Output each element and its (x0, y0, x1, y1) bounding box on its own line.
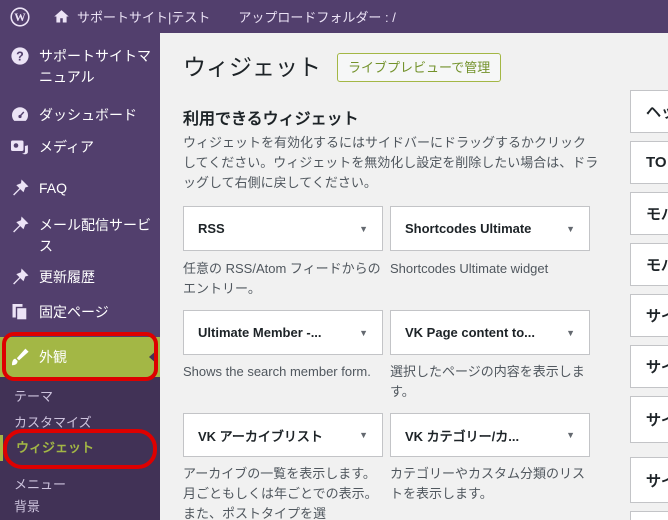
widget-area-side-3[interactable]: サイ (630, 396, 668, 443)
widget-card-shortcodes-ultimate[interactable]: Shortcodes Ultimate ▼ (390, 206, 590, 251)
widget-area-side-2[interactable]: サイ (630, 345, 668, 388)
upload-folder-label[interactable]: アップロードフォルダー : / (238, 7, 395, 26)
sidebar-item-media[interactable]: メディア (0, 136, 160, 158)
widget-area-mobile-1[interactable]: モバ (630, 192, 668, 235)
current-menu-arrow-icon (149, 350, 157, 364)
widget-area-label: サイ (646, 308, 668, 325)
widget-area-label: サイ (646, 412, 668, 429)
widget-name: VK カテゴリー/カ... (405, 428, 520, 444)
wordpress-logo-icon[interactable]: W (0, 0, 40, 33)
widget-area-label: TO (646, 154, 667, 171)
svg-text:W: W (14, 12, 26, 24)
widget-area-label: サイ (646, 359, 668, 376)
home-icon (54, 10, 69, 23)
widget-area-side-1[interactable]: サイ (630, 294, 668, 337)
widget-area-label: サイ (646, 472, 668, 490)
chevron-down-icon[interactable]: ▼ (359, 224, 368, 234)
chevron-down-icon[interactable]: ▼ (359, 430, 368, 440)
page-title: ウィジェット (183, 54, 321, 80)
media-icon (11, 140, 28, 155)
available-widgets-heading: 利用できるウィジェット (183, 111, 359, 128)
widget-description: Shortcodes Ultimate widget (390, 261, 549, 276)
widget-name: RSS (198, 221, 225, 236)
submenu-item-background[interactable]: 背景 (0, 497, 160, 517)
sidebar-item-appearance[interactable]: 外観 (0, 337, 160, 377)
sidebar-item-dashboard[interactable]: ダッシュボード (0, 104, 160, 126)
sidebar-item-label: メディア (39, 139, 95, 155)
widget-card-vk-category[interactable]: VK カテゴリー/カ... ▼ (390, 413, 590, 457)
widget-area-partial[interactable] (630, 511, 668, 520)
widget-name: Shortcodes Ultimate (405, 221, 532, 236)
chevron-down-icon[interactable]: ▼ (566, 430, 575, 440)
site-name[interactable]: サポートサイト|テスト (77, 7, 210, 26)
submenu-item-themes[interactable]: テーマ (0, 387, 160, 407)
wordpress-logo-icon: W (10, 6, 30, 27)
svg-text:?: ? (16, 50, 24, 64)
sidebar-item-pages[interactable]: 固定ページ (0, 301, 160, 323)
sidebar-item-label: 固定ページ (39, 304, 109, 320)
main-content: ウィジェット ライブプレビューで管理 利用できるウィジェット ウィジェットを有効… (160, 33, 668, 520)
manage-with-live-preview-button[interactable]: ライブプレビューで管理 (337, 53, 502, 82)
widget-card-vk-archive-list[interactable]: VK アーカイブリスト ▼ (183, 413, 383, 457)
widget-area-label: モバ (646, 206, 668, 223)
page-header: ウィジェット ライブプレビューで管理 (183, 53, 502, 82)
upload-folder-menu[interactable]: アップロードフォルダー : / (229, 0, 404, 33)
appearance-submenu: テーマ カスタマイズ ウィジェット メニュー 背景 (0, 377, 160, 520)
widget-name: VK Page content to... (405, 325, 536, 340)
sidebar-item-faq[interactable]: FAQ (0, 177, 160, 199)
widget-name: VK アーカイブリスト (198, 428, 323, 444)
widget-area-header[interactable]: ヘッ (630, 90, 668, 133)
widget-description: アーカイブの一覧を表示します。月ごともしくは年ごとでの表示。また、ポストタイプを… (183, 466, 378, 520)
pushpin-icon (13, 268, 29, 285)
sidebar-item-label: 更新履歴 (39, 269, 95, 285)
admin-menu: ? サポートサイトマニュアル ダッシュボード メディア FAQ メール配信サービ… (0, 33, 160, 520)
wordpress-admin-screen: W サポートサイト|テスト アップロードフォルダー : / ? サポートサイトマ… (0, 0, 668, 520)
paintbrush-icon (12, 348, 29, 366)
sidebar-item-label: サポートサイトマニュアル (39, 48, 151, 85)
chevron-down-icon[interactable]: ▼ (566, 224, 575, 234)
widget-description: 任意の RSS/Atom フィードからのエントリー。 (183, 261, 381, 296)
available-widgets-description: ウィジェットを有効化するにはサイドバーにドラッグするかクリックしてください。ウィ… (183, 135, 599, 190)
sidebar-item-update-history[interactable]: 更新履歴 (0, 266, 160, 288)
dashboard-icon (12, 107, 29, 121)
sidebar-item-mail-service[interactable]: メール配信サービス (0, 214, 160, 257)
widget-area-label: モバ (646, 257, 668, 274)
widget-card-vk-page-content[interactable]: VK Page content to... ▼ (390, 310, 590, 355)
widget-name: Ultimate Member -... (198, 325, 322, 340)
question-icon: ? (11, 47, 29, 65)
admin-bar: W サポートサイト|テスト アップロードフォルダー : / (0, 0, 668, 33)
sidebar-item-label: メール配信サービス (39, 217, 151, 254)
widget-area-mobile-2[interactable]: モバ (630, 243, 668, 286)
admin-bar-site-menu[interactable]: サポートサイト|テスト (40, 0, 219, 33)
pushpin-icon (13, 216, 29, 233)
widget-card-ultimate-member[interactable]: Ultimate Member -... ▼ (183, 310, 383, 355)
sidebar-item-label: 外観 (39, 349, 67, 365)
widget-area-side-4[interactable]: サイ (630, 457, 668, 503)
widget-area-top[interactable]: TO (630, 141, 668, 184)
pages-icon (12, 304, 28, 321)
sidebar-item-label: ダッシュボード (39, 107, 137, 123)
widget-card-rss[interactable]: RSS ▼ (183, 206, 383, 251)
widget-description: Shows the search member form. (183, 364, 371, 379)
submenu-item-customize[interactable]: カスタマイズ (0, 413, 160, 433)
sidebar-item-support-manual[interactable]: ? サポートサイトマニュアル (0, 45, 160, 88)
sidebar-item-label: FAQ (39, 180, 68, 196)
submenu-item-menus[interactable]: メニュー (0, 475, 160, 495)
chevron-down-icon[interactable]: ▼ (359, 328, 368, 338)
widget-area-label: ヘッ (646, 104, 668, 121)
submenu-item-widgets[interactable]: ウィジェット (0, 435, 160, 461)
widget-description: カテゴリーやカスタム分類のリストを表示します。 (390, 466, 586, 501)
pushpin-icon (13, 179, 29, 196)
widget-description: 選択したページの内容を表示します。 (390, 364, 585, 399)
chevron-down-icon[interactable]: ▼ (566, 328, 575, 338)
